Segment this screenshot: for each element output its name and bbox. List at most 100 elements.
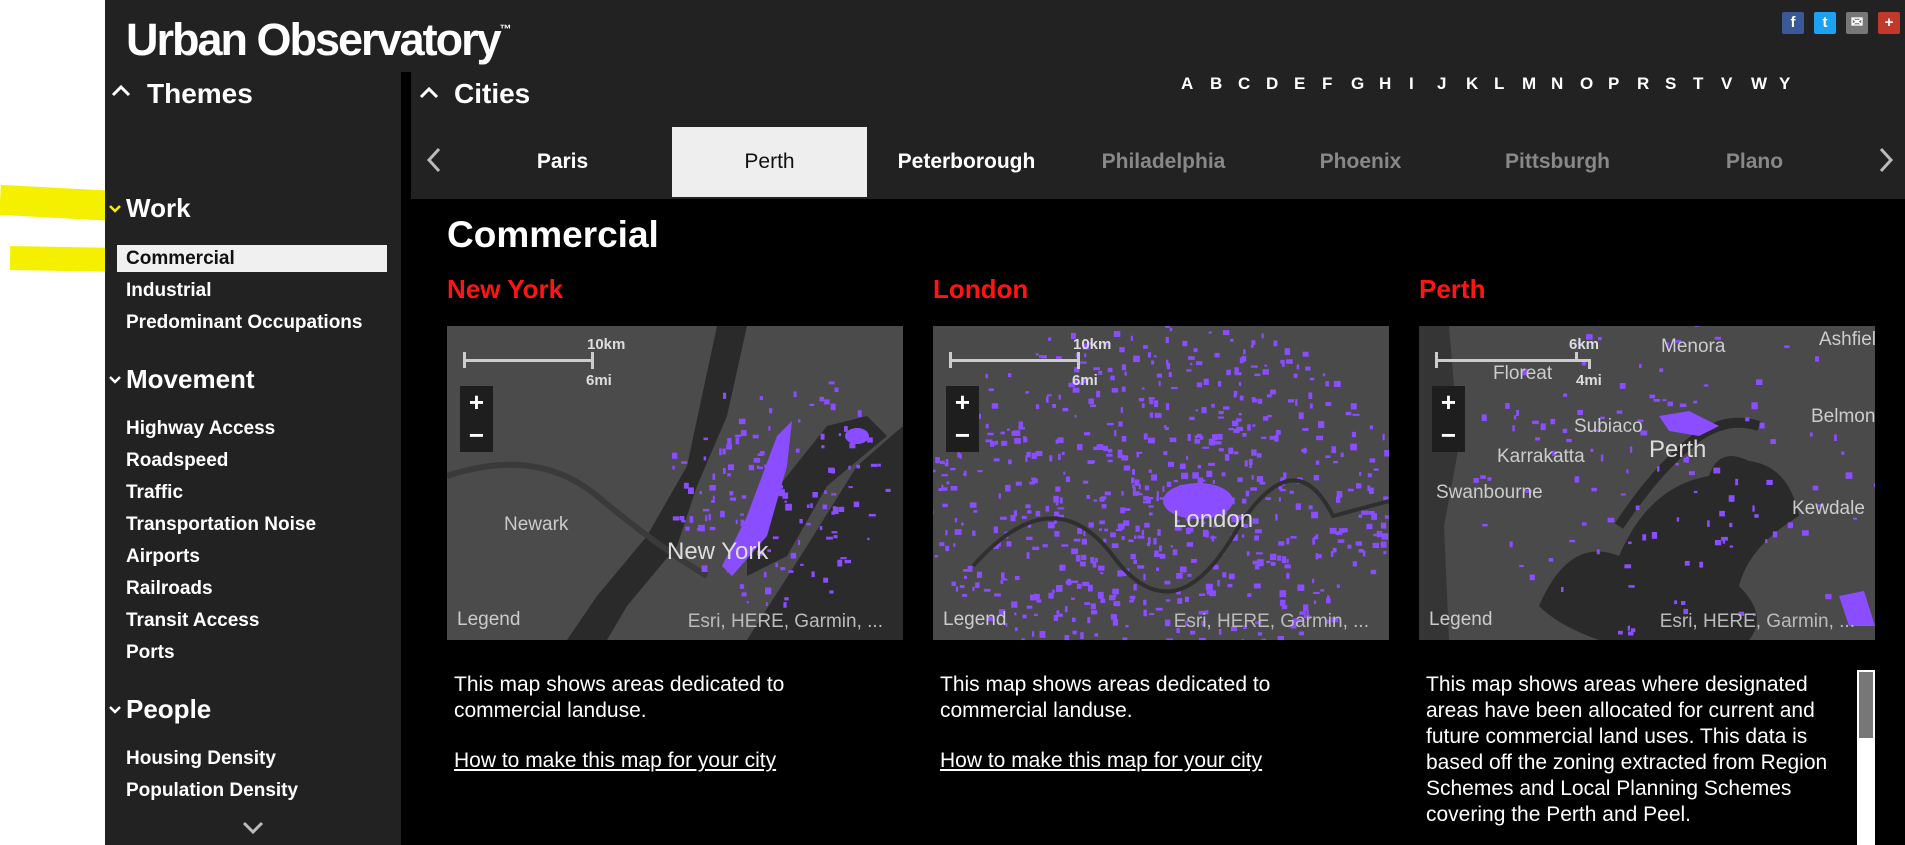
commercial-area — [1358, 549, 1364, 553]
letter-m[interactable]: M — [1522, 74, 1536, 94]
map-perth[interactable]: 6km 4mi +− Menora Ashfield Floreat Subiaco Pert… — [1419, 326, 1875, 640]
category-people-chevron-icon[interactable] — [109, 702, 121, 718]
app-logo[interactable]: Urban Observatory™ — [126, 10, 512, 65]
tab-philadelphia[interactable]: Philadelphia — [1066, 127, 1261, 197]
commercial-area — [758, 505, 763, 509]
letter-r[interactable]: R — [1637, 74, 1649, 94]
letter-o[interactable]: O — [1580, 74, 1593, 94]
map-new-york[interactable]: 10km 6mi + − Newark New York Legend Esri, HERE,… — [447, 326, 903, 640]
map-legend-button[interactable]: Legend — [457, 609, 520, 631]
zoom-out-button[interactable]: − — [1432, 419, 1465, 452]
sidebar-item-roadspeed[interactable]: Roadspeed — [126, 449, 228, 473]
zoom-out-button[interactable]: − — [460, 419, 493, 452]
commercial-area — [1226, 369, 1231, 376]
letter-v[interactable]: V — [1721, 74, 1732, 94]
letter-w[interactable]: W — [1751, 74, 1767, 94]
commercial-area — [1312, 591, 1320, 594]
category-people[interactable]: People — [126, 694, 211, 725]
cities-collapse-icon[interactable] — [418, 80, 440, 111]
description-scroll-thumb[interactable] — [1859, 672, 1873, 738]
letter-d[interactable]: D — [1266, 74, 1278, 94]
sidebar-item-industrial[interactable]: Industrial — [126, 279, 212, 303]
commercial-area — [1218, 448, 1224, 452]
tabs-prev-icon[interactable] — [425, 145, 443, 183]
how-to-link-new-york[interactable]: How to make this map for your city — [454, 749, 776, 773]
commercial-area — [1081, 554, 1087, 560]
sidebar-item-airports[interactable]: Airports — [126, 545, 200, 569]
sidebar-item-traffic[interactable]: Traffic — [126, 481, 183, 505]
commercial-area — [1238, 412, 1242, 416]
letter-c[interactable]: C — [1238, 74, 1250, 94]
commercial-area — [1205, 583, 1213, 591]
commercial-area — [1144, 522, 1150, 528]
themes-title[interactable]: Themes — [147, 78, 253, 110]
facebook-icon[interactable]: f — [1782, 12, 1804, 34]
commercial-area — [1071, 580, 1079, 584]
cities-title[interactable]: Cities — [454, 78, 530, 110]
category-work[interactable]: Work — [126, 193, 191, 224]
commercial-area — [811, 571, 815, 578]
letter-n[interactable]: N — [1551, 74, 1563, 94]
commercial-area — [1512, 425, 1515, 432]
tab-paris[interactable]: Paris — [465, 127, 660, 197]
sidebar-item-highway-access[interactable]: Highway Access — [126, 417, 275, 441]
tab-plano[interactable]: Plano — [1657, 127, 1852, 197]
letter-j[interactable]: J — [1437, 74, 1446, 94]
tab-peterborough[interactable]: Peterborough — [869, 127, 1064, 197]
letter-a[interactable]: A — [1181, 74, 1193, 94]
sidebar-item-ports[interactable]: Ports — [126, 641, 175, 665]
zoom-in-button[interactable]: + — [1432, 386, 1465, 419]
commercial-area — [1296, 364, 1300, 370]
zoom-in-button[interactable]: + — [460, 386, 493, 419]
sidebar-item-railroads[interactable]: Railroads — [126, 577, 213, 601]
commercial-area — [709, 526, 716, 531]
sidebar-item-transportation-noise[interactable]: Transportation Noise — [126, 513, 316, 537]
letter-i[interactable]: I — [1409, 74, 1414, 94]
map-legend-button[interactable]: Legend — [943, 609, 1006, 631]
tabs-next-icon[interactable] — [1877, 145, 1895, 183]
card-title-new-york: New York — [447, 274, 564, 304]
commercial-area — [1166, 363, 1171, 370]
sidebar-item-population-density[interactable]: Population Density — [126, 779, 298, 803]
category-work-chevron-icon[interactable] — [109, 201, 121, 217]
sidebar-scroll-down-icon[interactable] — [242, 820, 264, 841]
city-tabbar: Paris Perth Peterborough Philadelphia Phoeni… — [411, 127, 1905, 199]
letter-p[interactable]: P — [1608, 74, 1619, 94]
letter-k[interactable]: K — [1466, 74, 1478, 94]
mail-icon[interactable]: ✉ — [1846, 12, 1868, 34]
sidebar-item-predominant-occupations[interactable]: Predominant Occupations — [126, 311, 362, 335]
commercial-area — [1014, 612, 1017, 616]
sidebar-item-transit-access[interactable]: Transit Access — [126, 609, 259, 633]
letter-b[interactable]: B — [1210, 74, 1222, 94]
letter-s[interactable]: S — [1665, 74, 1676, 94]
letter-g[interactable]: G — [1351, 74, 1364, 94]
commercial-area — [1766, 479, 1773, 485]
plus-icon[interactable]: + — [1878, 12, 1900, 34]
themes-collapse-icon[interactable] — [110, 78, 132, 109]
category-movement-chevron-icon[interactable] — [109, 372, 121, 388]
letter-f[interactable]: F — [1322, 74, 1332, 94]
commercial-area — [1649, 394, 1656, 399]
sidebar-item-housing-density[interactable]: Housing Density — [126, 747, 276, 771]
sidebar-item-commercial[interactable]: Commercial — [117, 245, 387, 272]
tab-perth[interactable]: Perth — [672, 127, 867, 197]
commercial-area — [746, 601, 749, 604]
commercial-area — [826, 536, 833, 540]
letter-t[interactable]: T — [1693, 74, 1703, 94]
letter-l[interactable]: L — [1494, 74, 1504, 94]
category-movement[interactable]: Movement — [126, 364, 255, 395]
map-legend-button[interactable]: Legend — [1429, 609, 1492, 631]
section-title: Commercial — [447, 214, 659, 255]
commercial-area — [985, 423, 989, 429]
letter-y[interactable]: Y — [1779, 74, 1790, 94]
letter-h[interactable]: H — [1379, 74, 1391, 94]
tab-phoenix[interactable]: Phoenix — [1263, 127, 1458, 197]
zoom-in-button[interactable]: + — [946, 386, 979, 419]
tab-pittsburgh[interactable]: Pittsburgh — [1460, 127, 1655, 197]
how-to-link-london[interactable]: How to make this map for your city — [940, 749, 1262, 773]
commercial-area — [699, 491, 702, 495]
letter-e[interactable]: E — [1294, 74, 1305, 94]
map-london[interactable]: 10km 6mi + − London Legend Esri, HERE, Garmin,… — [933, 326, 1389, 640]
twitter-icon[interactable]: t — [1814, 12, 1836, 34]
zoom-out-button[interactable]: − — [946, 419, 979, 452]
